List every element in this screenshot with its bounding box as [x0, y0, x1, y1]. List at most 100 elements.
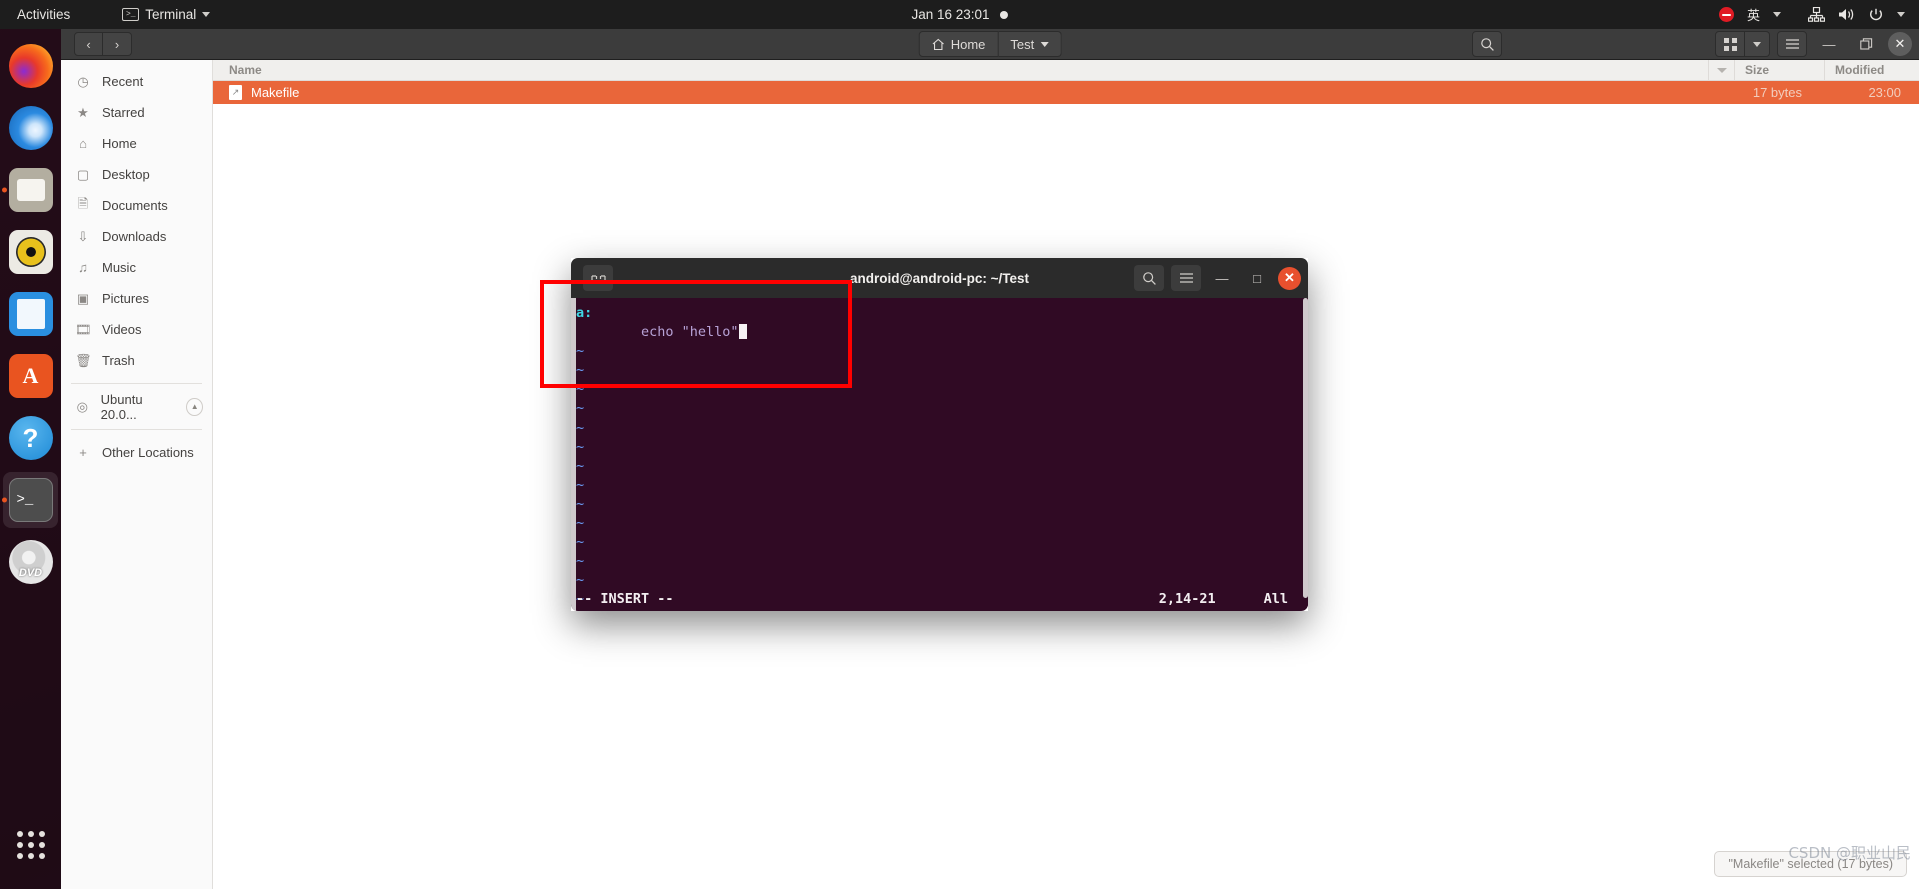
activities-button[interactable]: Activities: [8, 0, 79, 29]
vim-line: ~: [576, 534, 585, 551]
sidebar-item-downloads[interactable]: ⇩ Downloads: [61, 221, 212, 252]
star-icon: ★: [77, 104, 89, 120]
column-header-size[interactable]: Size: [1734, 59, 1824, 81]
file-size-cell: 17 bytes: [1752, 85, 1802, 100]
app-menu-terminal[interactable]: >_ Terminal: [113, 0, 219, 29]
sort-caret-icon[interactable]: [1708, 59, 1734, 81]
sidebar-item-desktop[interactable]: ▢ Desktop: [61, 159, 212, 190]
plus-icon: +: [79, 445, 87, 460]
view-options-button[interactable]: [1745, 31, 1770, 57]
terminal-tab-icon[interactable]: [583, 265, 613, 291]
terminal-scrollbar[interactable]: [1303, 298, 1308, 611]
sidebar-item-starred[interactable]: ★ Starred: [61, 97, 212, 128]
table-row[interactable]: ↗ Makefile 17 bytes 23:00: [213, 81, 1919, 104]
dock-item-thunderbird[interactable]: [0, 97, 61, 159]
search-icon: [1142, 271, 1156, 285]
dock-item-terminal[interactable]: >_: [0, 469, 61, 531]
sidebar-item-ubuntu-volume[interactable]: ◎ Ubuntu 20.0... ▲: [61, 391, 212, 422]
file-list-header: Name Size Modified: [213, 59, 1919, 81]
sidebar-item-music[interactable]: ♫ Music: [61, 252, 212, 283]
download-icon: ⇩: [77, 228, 89, 244]
ime-chevron-down-icon[interactable]: [1773, 12, 1781, 17]
dock-item-firefox[interactable]: [0, 35, 61, 97]
running-indicator-dot: [2, 497, 7, 503]
files-titlebar: ‹ › Home Test — ✕: [61, 29, 1919, 60]
vim-mode-indicator: -- INSERT --: [576, 591, 674, 607]
files-maximize-button[interactable]: [1851, 30, 1881, 59]
vim-line: echo "hello": [576, 323, 1308, 342]
status-popup: "Makefile" selected (17 bytes): [1714, 851, 1907, 877]
sidebar-item-pictures[interactable]: ▣ Pictures: [61, 283, 212, 314]
terminal-body[interactable]: a: echo "hello" ~ ~ ~ ~ ~ ~ ~ ~ ~ ~ ~ ~ …: [571, 298, 1308, 611]
file-name-label: Makefile: [251, 85, 300, 100]
breadcrumb-item-home[interactable]: Home: [918, 31, 999, 57]
rhythmbox-icon: [8, 230, 53, 274]
sidebar-item-videos[interactable]: 🎞 Videos: [61, 314, 212, 345]
breadcrumb: Home Test: [918, 31, 1062, 57]
libreoffice-writer-icon: [8, 292, 53, 336]
vim-line: ~: [576, 572, 585, 589]
input-method-indicator[interactable]: 英: [1747, 5, 1760, 24]
files-minimize-button[interactable]: —: [1814, 30, 1844, 59]
grid-view-icon: [1723, 37, 1737, 51]
sidebar-item-home[interactable]: ⌂ Home: [61, 128, 212, 159]
sidebar-item-recent[interactable]: ◷ Recent: [61, 66, 212, 97]
files-close-button[interactable]: ✕: [1888, 32, 1912, 56]
terminal-search-button[interactable]: [1134, 265, 1164, 291]
vim-line: ~: [576, 343, 585, 360]
terminal-close-button[interactable]: ✕: [1278, 266, 1301, 290]
desktop-screen: Activities >_ Terminal Jan 16 23:01 英 A …: [0, 0, 1919, 889]
vim-line: ~: [576, 438, 585, 455]
breadcrumb-item-test[interactable]: Test: [998, 31, 1062, 57]
column-header-modified[interactable]: Modified: [1824, 59, 1919, 81]
vim-cursor-position: 2,14-21: [1158, 591, 1216, 607]
files-menu-button[interactable]: [1777, 31, 1807, 57]
chevron-down-icon: [1040, 41, 1049, 47]
dock-item-writer[interactable]: [0, 283, 61, 345]
column-header-name[interactable]: Name: [213, 63, 1708, 77]
do-not-disturb-icon[interactable]: [1718, 7, 1734, 22]
terminal-minimize-button[interactable]: —: [1208, 264, 1236, 292]
eject-icon[interactable]: ▲: [186, 397, 203, 416]
vim-scroll-indicator: All: [1263, 591, 1288, 607]
sidebar-item-trash[interactable]: 🗑 Trash: [61, 345, 212, 376]
apps-grid-icon: [16, 831, 45, 859]
sidebar-label: Other Locations: [102, 445, 194, 460]
vim-status-line: -- INSERT -- 2,14-21 All: [571, 591, 1308, 607]
desktop-icon: ▢: [76, 166, 90, 182]
forward-button[interactable]: ›: [103, 32, 132, 56]
dock-item-files[interactable]: [0, 159, 61, 221]
sidebar-item-documents[interactable]: 🗎 Documents: [61, 190, 212, 221]
network-icon[interactable]: [1808, 7, 1825, 22]
dock-item-software[interactable]: A: [0, 345, 61, 407]
dock-item-dvd[interactable]: DVD: [0, 531, 61, 593]
sidebar-label: Videos: [102, 322, 142, 337]
tray-chevron-down-icon[interactable]: [1897, 12, 1905, 17]
clock-label: Jan 16 23:01: [911, 7, 990, 22]
terminal-header-actions: — □ ✕: [1134, 264, 1301, 292]
volume-icon[interactable]: [1838, 7, 1855, 22]
dock-item-rhythmbox[interactable]: [0, 221, 61, 283]
terminal-menu-button[interactable]: [1171, 265, 1201, 291]
show-applications-button[interactable]: [0, 819, 61, 871]
vim-line-text: echo "hello": [576, 324, 739, 341]
dock-item-help[interactable]: ?: [0, 407, 61, 469]
search-icon: [1480, 37, 1494, 51]
vim-line: ~: [576, 476, 585, 493]
app-menu-label: Terminal: [145, 7, 197, 22]
back-button[interactable]: ‹: [74, 32, 103, 56]
vim-line: ~: [576, 553, 585, 570]
search-button[interactable]: [1472, 31, 1502, 57]
power-icon[interactable]: [1868, 7, 1884, 23]
music-note-icon: ♫: [78, 260, 88, 275]
vim-line: ~: [576, 495, 585, 512]
notification-dot-icon: [999, 10, 1008, 19]
terminal-scrollbar-thumb[interactable]: [1303, 298, 1308, 598]
terminal-maximize-button[interactable]: □: [1243, 264, 1271, 292]
sidebar-item-other-locations[interactable]: + Other Locations: [61, 437, 212, 468]
clock-button[interactable]: Jan 16 23:01: [911, 7, 1008, 22]
trash-icon: 🗑: [75, 352, 92, 368]
text-file-icon: ↗: [229, 85, 242, 100]
view-toggle-group: [1715, 31, 1770, 57]
grid-view-button[interactable]: [1715, 31, 1745, 57]
